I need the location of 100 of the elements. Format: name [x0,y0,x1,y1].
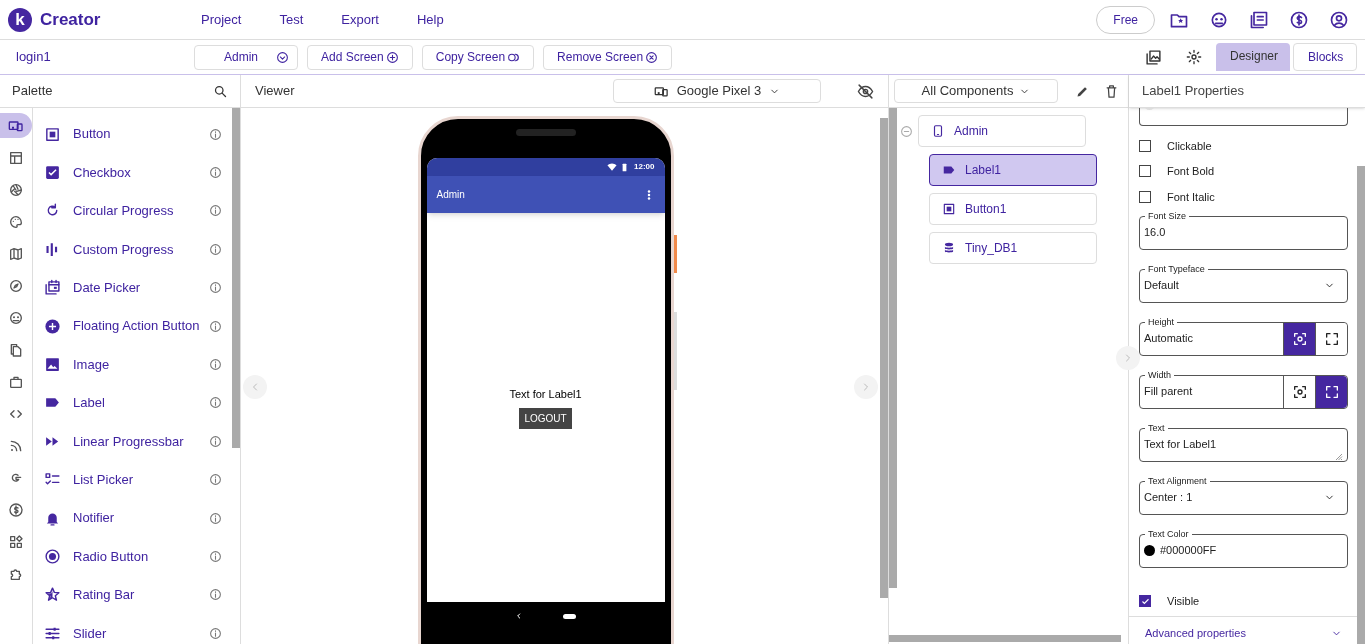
eye-off-icon [857,82,874,100]
checkbox[interactable] [1139,139,1151,152]
image-icon [44,356,61,374]
logout-button[interactable]: LOGOUT [519,407,572,429]
checkbox-label: Visible [1167,594,1200,609]
checkbox-label: Font Bold [1167,164,1215,179]
expand-corners-icon [1323,383,1340,400]
menu-item[interactable]: Test [279,9,304,30]
scrollbar[interactable] [889,108,897,588]
dollar-icon [8,501,24,518]
radio-icon [44,548,61,565]
info-icon [209,550,222,563]
scrollbar[interactable] [889,635,1121,642]
property-field[interactable] [1139,108,1348,126]
info-icon [209,396,222,410]
size-mode-button[interactable] [1315,375,1347,408]
visibility-toggle[interactable] [857,82,874,100]
article-button[interactable] [1249,9,1269,30]
status-time: 12:00 [634,161,655,173]
menu-item[interactable]: Help [416,9,444,30]
menu-item[interactable]: Export [341,9,379,30]
map-icon [8,245,24,262]
app-name: Creator [40,8,101,31]
documents-icon [8,341,24,358]
info-icon [209,242,222,256]
app-bar-title: Admin [436,188,465,202]
screen-action-button[interactable]: Remove Screen [543,44,673,70]
label-text: Text for Label1 [509,387,582,403]
component-node[interactable]: Tiny_DB1 [929,232,1097,264]
palette-item[interactable]: Custom Progress [44,230,230,269]
back-icon [515,612,523,620]
size-mode-button[interactable] [1283,322,1315,355]
info-icon [209,511,222,525]
info-icon [209,626,222,640]
palette-item[interactable]: Image [44,345,230,384]
info-icon [209,127,222,141]
palette-item[interactable]: Date Picker [44,268,230,307]
star-icon [44,586,61,604]
palette-item[interactable]: Rating Bar [44,575,230,615]
dollar-icon [1289,9,1309,30]
palette-item[interactable]: Notifier [44,498,230,538]
checkbox[interactable] [1139,165,1151,178]
square-button-icon [942,202,956,216]
layout-icon [8,149,24,166]
article-icon [1249,9,1269,30]
gallery-icon [1145,48,1162,66]
palette-item[interactable]: Button [44,115,230,154]
face-icon [8,309,24,326]
minus-circle-icon [900,124,913,138]
info-icon [209,358,222,372]
compass-icon [8,277,24,294]
component-node[interactable]: Button1 [929,193,1097,225]
plus-circle-icon [44,317,61,335]
checkbox-label: Clickable [1167,138,1212,154]
phone-speaker [515,129,576,136]
device-select[interactable]: Google Pixel 3 [613,79,821,103]
palette-item[interactable]: Linear Progressbar [44,422,230,461]
account-button[interactable] [1329,9,1349,30]
info-icon [209,434,222,448]
view-tab[interactable]: Blocks [1293,43,1357,71]
scrollbar[interactable] [880,118,888,598]
component-node[interactable]: Admin [918,115,1086,147]
category-tab[interactable] [0,113,32,138]
scrollbar[interactable] [232,108,240,448]
palette-item[interactable]: Radio Button [44,537,230,576]
screen-select[interactable]: Admin [194,44,298,70]
gallery-button[interactable] [1145,48,1162,66]
account-icon [1329,9,1349,30]
screen-action-button[interactable]: Copy Screen [421,44,535,70]
search-button[interactable] [213,83,228,99]
info-icon [209,588,222,602]
wifi-icon [607,162,618,172]
info-icon [209,281,222,295]
calendar-icon [44,279,61,297]
panel-title: Palette [12,82,53,101]
palette-item[interactable]: Checkbox [44,153,230,192]
collapse-toggle[interactable] [900,124,913,138]
settings-icon [1186,49,1202,65]
palette-item[interactable]: List Picker [44,460,230,499]
info-icon [209,473,222,487]
component-node[interactable]: Label1 [929,154,1097,186]
project-name: login1 [16,48,52,67]
checkbox[interactable] [1139,190,1151,203]
settings-button[interactable] [1186,49,1202,65]
palette-item[interactable]: Circular Progress [44,191,230,231]
view-tab[interactable]: Designer [1216,43,1290,71]
dollar-button[interactable] [1289,9,1309,30]
info-icon [209,204,222,218]
delete-button[interactable] [1104,83,1119,99]
menu-item[interactable]: Project [201,9,242,30]
palette-item[interactable]: Label [44,383,230,423]
component-filter[interactable]: All Components [894,79,1058,103]
square-button-icon [44,125,61,143]
checkbox[interactable] [1139,595,1151,608]
size-mode-button[interactable] [1315,322,1347,355]
palette-item[interactable]: Slider [44,614,230,644]
screen-action-button[interactable]: Add Screen [307,44,413,70]
scrollbar[interactable] [1357,166,1365,644]
chevron-circle-icon [276,50,289,64]
palette-item[interactable]: Floating Action Button [44,306,230,346]
